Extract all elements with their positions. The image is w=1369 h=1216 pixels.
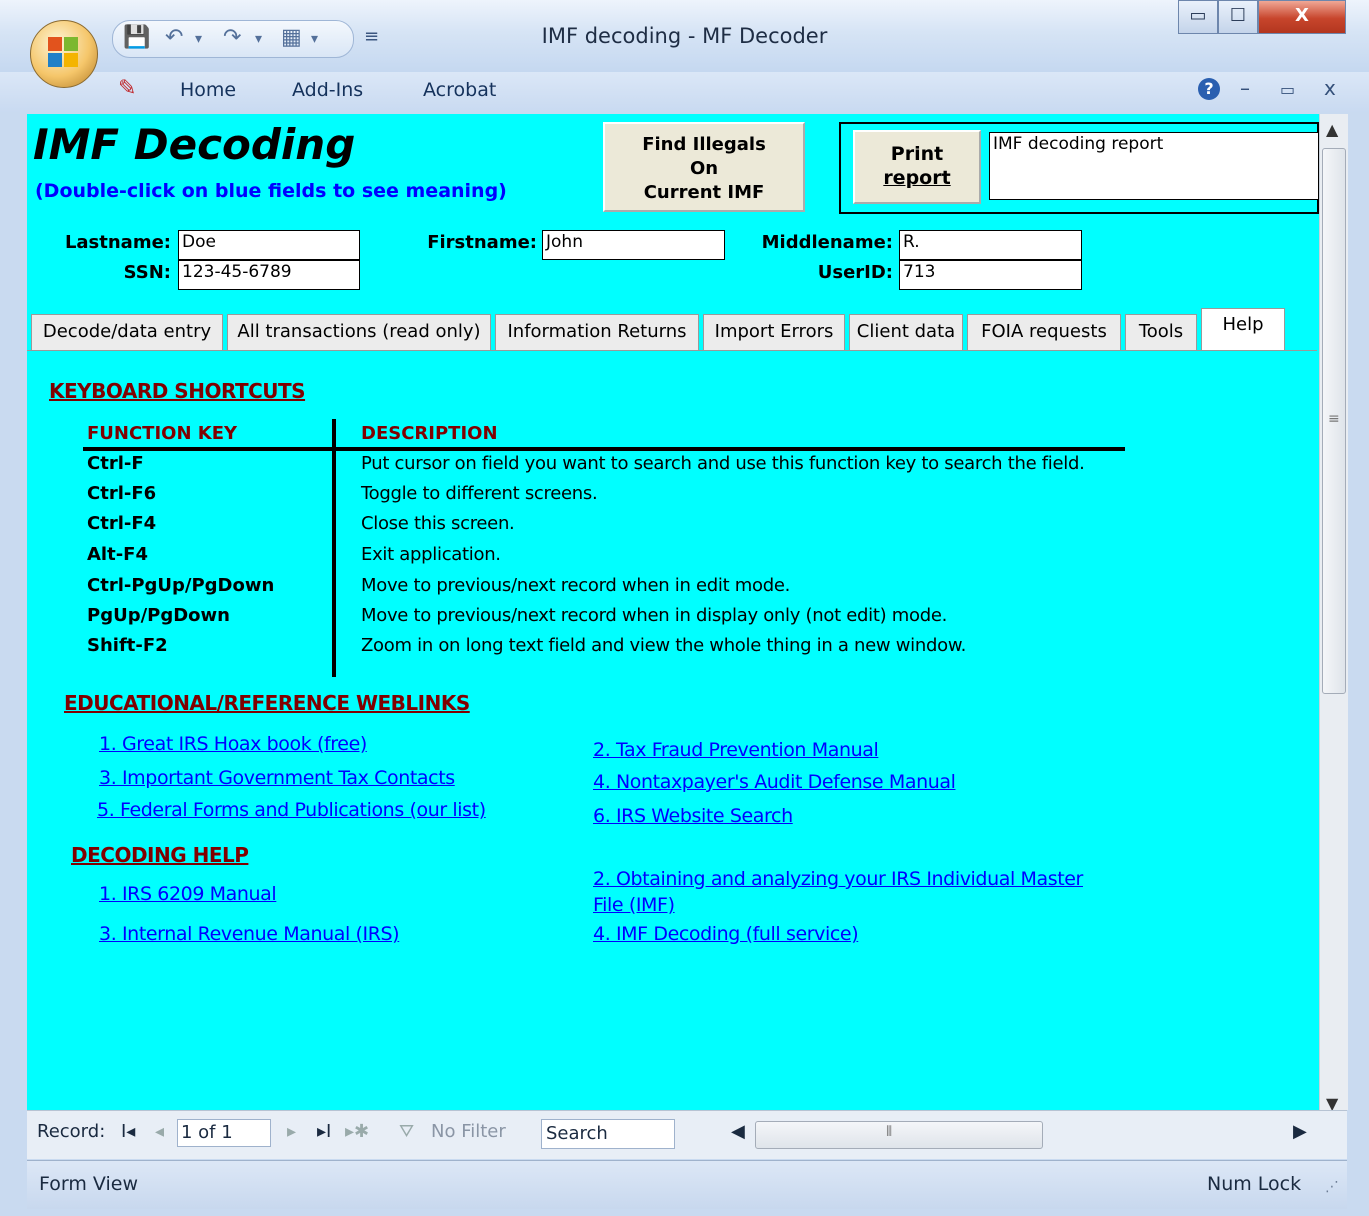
doc-close-button[interactable]: x — [1324, 76, 1336, 100]
doc-restore-button[interactable]: ▭ — [1280, 80, 1295, 99]
shortcuts-header-divider — [83, 447, 1125, 451]
title-bar: 💾 ↶ ▾ ↷ ▾ ▦ ▾ ≡ IMF decoding - MF Decode… — [0, 0, 1369, 72]
decoding-link-internal-revenue-manual[interactable]: 3. Internal Revenue Manual (IRS) — [99, 923, 400, 945]
view-status: Form View — [39, 1173, 138, 1195]
shortcut-key: Ctrl-F — [87, 453, 144, 474]
shortcut-key: Ctrl-PgUp/PgDown — [87, 575, 275, 596]
close-button[interactable]: X — [1258, 0, 1346, 34]
shortcut-key: Shift-F2 — [87, 635, 168, 656]
lastname-label: Lastname: — [64, 232, 171, 253]
numlock-status: Num Lock — [1207, 1173, 1302, 1195]
no-filter-button[interactable]: No Filter — [431, 1121, 506, 1142]
filter-icon[interactable]: ⛛ — [399, 1121, 414, 1142]
maximize-button[interactable]: ☐ — [1218, 0, 1258, 34]
decoding-link-6209-manual[interactable]: 1. IRS 6209 Manual — [99, 883, 277, 905]
last-record-icon[interactable]: ▸I — [317, 1121, 331, 1142]
lastname-field[interactable]: Doe — [178, 230, 360, 260]
tab-help[interactable]: Help — [1201, 308, 1285, 350]
userid-label: UserID: — [817, 262, 893, 283]
shortcut-description: Zoom in on long text field and view the … — [361, 635, 967, 656]
shortcut-description: Move to previous/next record when in edi… — [361, 575, 791, 596]
shortcut-description: Move to previous/next record when in dis… — [361, 605, 948, 626]
middlename-label: Middlename: — [761, 232, 893, 253]
weblink-tax-fraud-manual[interactable]: 2. Tax Fraud Prevention Manual — [593, 739, 879, 761]
report-name-field[interactable]: IMF decoding report — [989, 132, 1319, 200]
shortcut-key: Alt-F4 — [87, 544, 148, 565]
shortcut-description: Toggle to different screens. — [361, 483, 598, 504]
resize-grip-icon[interactable]: ⋰ — [1325, 1179, 1339, 1195]
userid-field[interactable]: 713 — [899, 260, 1082, 290]
office-button[interactable] — [30, 20, 98, 88]
shortcut-description: Put cursor on field you want to search a… — [361, 453, 1085, 474]
doc-minimize-button[interactable]: – — [1240, 76, 1250, 100]
tab-client-data[interactable]: Client data — [849, 314, 963, 350]
firstname-label: Firstname: — [427, 232, 537, 253]
ribbon-tab-home[interactable]: Home — [180, 79, 236, 101]
imf-decoding-form: IMF Decoding (Double-click on blue field… — [27, 114, 1319, 1110]
status-bar: Form View Num Lock ⋰ — [27, 1160, 1347, 1209]
tab-decode-data-entry[interactable]: Decode/data entry — [31, 314, 223, 350]
record-navigation-bar: Record: I◂ ◂ 1 of 1 ▸ ▸I ▸✱ ⛛ No Filter … — [27, 1110, 1347, 1159]
shortcut-description: Close this screen. — [361, 513, 515, 534]
grip-icon: ≡ — [1328, 411, 1340, 427]
weblink-audit-defense-manual[interactable]: 4. Nontaxpayer's Audit Defense Manual — [593, 771, 956, 793]
find-illegals-button[interactable]: Find Illegals On Current IMF — [603, 122, 805, 212]
minimize-button[interactable]: ▭ — [1178, 0, 1218, 34]
scroll-right-icon[interactable]: ▶ — [1293, 1121, 1307, 1142]
access-window: 💾 ↶ ▾ ↷ ▾ ▦ ▾ ≡ IMF decoding - MF Decode… — [0, 0, 1369, 1216]
decoding-help-heading: DECODING HELP — [71, 843, 249, 867]
weblinks-heading: EDUCATIONAL/REFERENCE WEBLINKS — [64, 691, 470, 715]
tab-foia-requests[interactable]: FOIA requests — [967, 314, 1121, 350]
ssn-label: SSN: — [123, 262, 171, 283]
grip-icon: ⦀ — [886, 1124, 893, 1140]
search-field[interactable]: Search — [541, 1119, 675, 1149]
acrobat-icon: ✎ — [118, 76, 137, 101]
ribbon-tab-add-ins[interactable]: Add-Ins — [292, 79, 363, 101]
weblink-irs-website-search[interactable]: 6. IRS Website Search — [593, 805, 793, 827]
firstname-field[interactable]: John — [542, 230, 725, 260]
horizontal-scroll-thumb[interactable]: ⦀ — [755, 1121, 1043, 1149]
form-title: IMF Decoding — [33, 120, 356, 169]
record-position-field[interactable]: 1 of 1 — [177, 1119, 271, 1147]
office-logo-icon — [48, 37, 80, 69]
tab-import-errors[interactable]: Import Errors — [703, 314, 845, 350]
decoding-link-obtaining-imf-cont[interactable]: File (IMF) — [593, 894, 675, 916]
description-column-header: DESCRIPTION — [361, 423, 498, 444]
window-title: IMF decoding - MF Decoder — [541, 24, 828, 48]
vertical-scrollbar[interactable]: ▲ ≡ ▼ — [1319, 114, 1348, 1113]
tab-information-returns[interactable]: Information Returns — [495, 314, 699, 350]
prev-record-icon[interactable]: ◂ — [155, 1121, 164, 1142]
tab-tools[interactable]: Tools — [1125, 314, 1197, 350]
shortcut-key: Ctrl-F6 — [87, 483, 157, 504]
decoding-link-imf-decoding-service[interactable]: 4. IMF Decoding (full service) — [593, 923, 859, 945]
help-icon[interactable]: ? — [1198, 78, 1220, 100]
shortcut-key: PgUp/PgDown — [87, 605, 230, 626]
weblink-government-tax-contacts[interactable]: 3. Important Government Tax Contacts — [99, 767, 455, 789]
next-record-icon[interactable]: ▸ — [287, 1121, 296, 1142]
scroll-up-icon[interactable]: ▲ — [1326, 120, 1338, 139]
shortcut-description: Exit application. — [361, 544, 501, 565]
form-subtitle: (Double-click on blue fields to see mean… — [35, 180, 507, 202]
function-key-column-header: FUNCTION KEY — [87, 423, 238, 444]
scroll-thumb[interactable]: ≡ — [1322, 148, 1346, 694]
ssn-field[interactable]: 123-45-6789 — [178, 260, 360, 290]
scroll-left-icon[interactable]: ◀ — [731, 1121, 745, 1142]
shortcut-key: Ctrl-F4 — [87, 513, 157, 534]
help-tab-page: KEYBOARD SHORTCUTS FUNCTION KEY DESCRIPT… — [27, 350, 1317, 1111]
weblink-irs-hoax-book[interactable]: 1. Great IRS Hoax book (free) — [99, 733, 367, 755]
keyboard-shortcuts-heading: KEYBOARD SHORTCUTS — [49, 379, 306, 403]
first-record-icon[interactable]: I◂ — [121, 1121, 135, 1142]
decoding-link-obtaining-imf[interactable]: 2. Obtaining and analyzing your IRS Indi… — [593, 868, 1083, 890]
ribbon-tab-acrobat[interactable]: Acrobat — [423, 79, 496, 101]
middlename-field[interactable]: R. — [899, 230, 1082, 260]
tab-all-transactions[interactable]: All transactions (read only) — [227, 314, 491, 350]
new-record-icon[interactable]: ▸✱ — [345, 1121, 369, 1142]
print-report-button[interactable]: Print report — [853, 130, 981, 204]
weblink-federal-forms[interactable]: 5. Federal Forms and Publications (our l… — [97, 799, 486, 821]
record-label: Record: — [37, 1121, 106, 1142]
shortcuts-column-divider — [332, 419, 336, 677]
